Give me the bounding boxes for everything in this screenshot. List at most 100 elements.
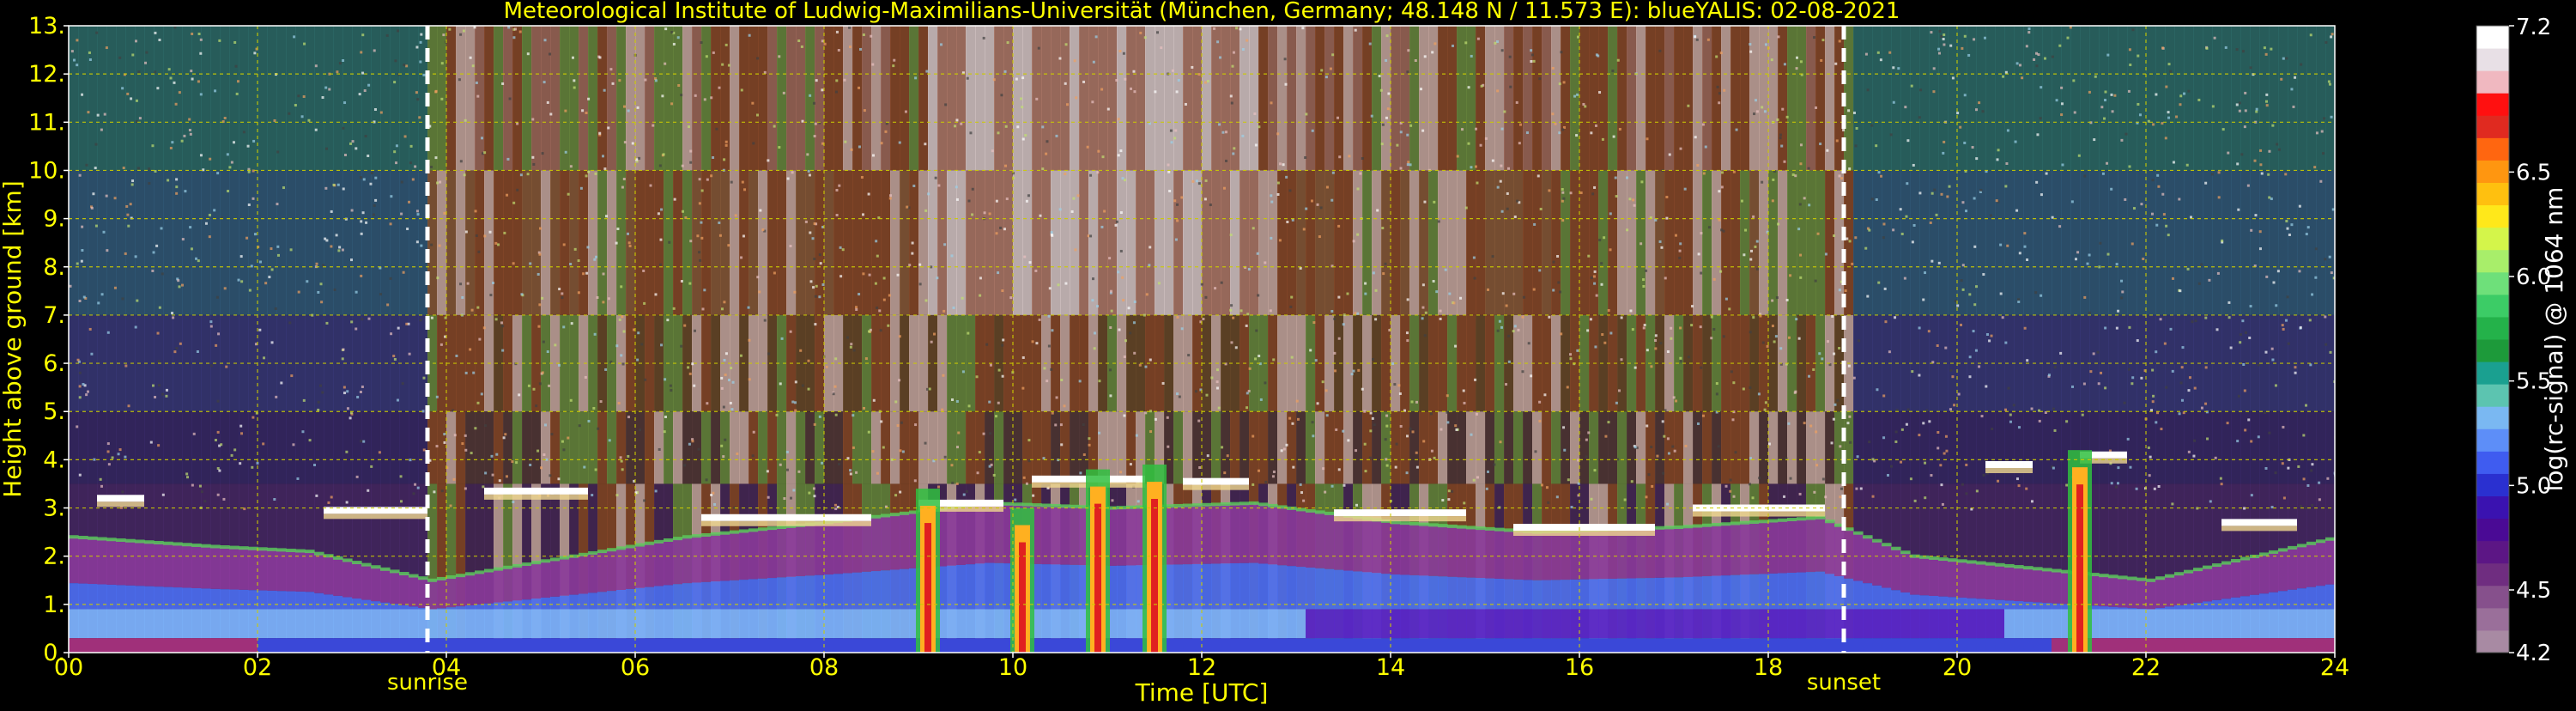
lidar-chart: Meteorological Institute of Ludwig-Maxim… [0, 0, 2576, 708]
signal-cell [1542, 26, 1552, 170]
bl-mid [144, 586, 155, 610]
bl-edge [1872, 539, 1882, 543]
signal-cell [2288, 170, 2298, 314]
bl-mid [352, 599, 362, 609]
noise-point [1721, 185, 1724, 188]
noise-point [1452, 301, 1455, 304]
noise-point [1118, 50, 1121, 52]
signal-cell [1192, 170, 1203, 314]
noise-point [851, 149, 853, 151]
noise-point [941, 409, 943, 411]
noise-point [231, 161, 233, 164]
signal-cell [2184, 411, 2194, 483]
noise-point [1285, 83, 1288, 86]
noise-point [561, 296, 563, 299]
bl-upper [1324, 514, 1335, 569]
noise-point [629, 245, 632, 247]
signal-cell [1759, 170, 1769, 314]
noise-point [2324, 315, 2326, 318]
noise-point [408, 201, 410, 204]
bl-surface [1985, 638, 1996, 653]
noise-point [1475, 166, 1477, 168]
noise-point [2243, 507, 2246, 510]
noise-point [336, 234, 338, 236]
noise-point [209, 235, 211, 238]
noise-point [691, 362, 694, 365]
bl-upper [2288, 548, 2298, 590]
bl-lower [1853, 609, 1864, 638]
bl-edge [692, 534, 702, 538]
bl-surface [2014, 638, 2024, 653]
noise-point [2239, 110, 2241, 112]
noise-point [1654, 347, 1657, 349]
bl-surface [210, 638, 221, 653]
noise-point [1705, 146, 1707, 149]
noise-point [1407, 163, 1409, 166]
bl-mid [2033, 602, 2043, 609]
noise-point [1794, 174, 1797, 177]
noise-point [2204, 403, 2207, 405]
bl-mid [163, 587, 173, 610]
signal-cell [201, 26, 211, 170]
bl-surface [248, 638, 258, 653]
noise-point [943, 243, 946, 246]
noise-point [1335, 428, 1337, 431]
bl-surface [1419, 638, 1429, 653]
signal-cell [664, 411, 674, 483]
bl-upper [786, 526, 797, 577]
noise-point [2331, 33, 2334, 35]
noise-point [1897, 67, 1900, 70]
noise-point [1173, 199, 1176, 202]
noise-point [1097, 150, 1100, 153]
noise-point [2288, 234, 2291, 236]
noise-point [2036, 133, 2039, 136]
bl-mid [1343, 571, 1354, 610]
bl-mid [2155, 608, 2166, 610]
noise-point [1840, 177, 1843, 179]
noise-point [1433, 42, 1436, 45]
noise-point [1296, 400, 1299, 403]
signal-cell [1721, 411, 1731, 483]
noise-point [956, 483, 959, 485]
bl-upper [475, 572, 485, 604]
noise-point [664, 63, 666, 65]
noise-point [701, 189, 704, 191]
signal-cell [1381, 170, 1391, 314]
noise-point [1654, 219, 1657, 222]
bl-lower [2099, 609, 2109, 638]
noise-point [158, 360, 161, 362]
signal-cell [1183, 170, 1193, 314]
bl-upper [1391, 522, 1401, 574]
noise-point [954, 125, 956, 127]
noise-point [1839, 40, 1841, 42]
noise-point [615, 242, 618, 245]
noise-point [367, 84, 370, 87]
noise-point [1831, 315, 1834, 318]
noise-point [235, 65, 238, 68]
signal-cell [947, 26, 957, 170]
bl-lower [2193, 609, 2203, 638]
signal-cell [1948, 170, 1958, 314]
noise-point [889, 194, 892, 197]
noise-point [296, 477, 299, 480]
signal-cell [210, 170, 221, 314]
noise-point [957, 431, 960, 434]
signal-cell [1428, 26, 1439, 170]
noise-point [1670, 337, 1672, 340]
bl-surface [1712, 638, 1722, 653]
noise-point [439, 245, 441, 247]
bl-upper [116, 540, 126, 585]
noise-point [2282, 462, 2284, 465]
signal-cell [550, 411, 561, 483]
noise-point [2299, 205, 2301, 208]
bl-mid [399, 605, 409, 610]
bl-mid [2316, 586, 2326, 609]
bl-upper [994, 503, 1004, 562]
noise-point [199, 485, 202, 488]
noise-point [1235, 27, 1238, 29]
noise-point [484, 471, 487, 474]
noise-point [543, 81, 546, 83]
signal-cell [2004, 170, 2015, 314]
signal-cell [796, 26, 806, 170]
bl-upper [1957, 561, 1967, 598]
